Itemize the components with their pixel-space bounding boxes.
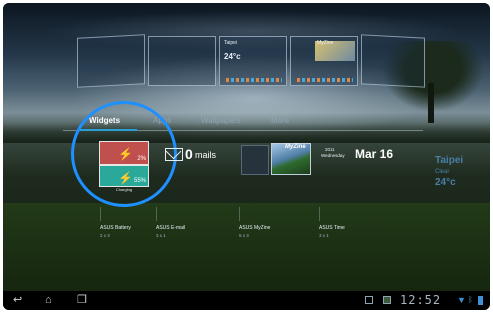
widget-size-myzine: 5 x 3 — [239, 233, 249, 238]
weather-condition: Clear — [435, 169, 450, 175]
email-count: 0 — [185, 146, 193, 162]
home-screen-thumbnail[interactable] — [77, 34, 145, 88]
gallery-icon[interactable] — [383, 296, 391, 304]
widget-labels: ASUS Battery 2 x 3 ASUS E-mail 3 x 1 ASU… — [3, 225, 490, 245]
email-unit: mails — [195, 150, 217, 160]
widget-divider — [100, 207, 101, 221]
home-screen-thumbnails: Taipei 24°c MyZine — [77, 34, 425, 88]
grass — [3, 203, 490, 291]
thumb-app-icons — [297, 78, 353, 82]
highlight-circle — [71, 101, 177, 207]
tablet-screen: Taipei 24°c MyZine Widgets Apps Wallpape… — [3, 3, 490, 310]
home-screen-thumbnail[interactable]: MyZine — [290, 36, 358, 86]
time-year: 2011 — [325, 147, 335, 152]
myzine-panel — [241, 145, 269, 175]
thumb-app-icons — [226, 78, 282, 82]
home-screen-thumbnail[interactable] — [361, 34, 425, 88]
widget-size-email: 3 x 1 — [156, 233, 166, 238]
recent-apps-icon[interactable]: ❐ — [77, 294, 87, 306]
home-weather-widget[interactable]: Taipei Clear 24°c — [435, 155, 490, 195]
bluetooth-icon[interactable]: ᛒ — [468, 295, 473, 304]
widget-size-time: 3 x 1 — [319, 233, 329, 238]
widget-name-time: ASUS Time — [319, 225, 345, 231]
time-date: Mar 16 — [355, 147, 394, 161]
widget-name-email: ASUS E-mail — [156, 225, 186, 231]
tab-more[interactable]: More — [271, 116, 289, 125]
status-clock[interactable]: 12:52 — [400, 293, 441, 307]
home-icon[interactable]: ⌂ — [45, 294, 52, 306]
thumb-weather-city: Taipei — [224, 40, 238, 46]
widget-divider — [319, 207, 320, 221]
widget-divider — [239, 207, 240, 221]
asus-email-widget[interactable]: 0 mails — [163, 146, 223, 166]
system-bar: ↩ ⌂ ❐ 12:52 ▼ ᛒ — [3, 291, 490, 310]
back-icon[interactable]: ↩ — [13, 294, 22, 306]
thumb-myzine-title: MyZine — [317, 40, 334, 46]
weather-city: Taipei — [435, 155, 464, 166]
battery-icon[interactable] — [478, 296, 483, 305]
widget-divider — [156, 207, 157, 221]
asus-myzine-widget[interactable]: MyZine — [241, 143, 311, 177]
widget-size-battery: 2 x 3 — [100, 233, 110, 238]
thumb-weather-temp: 24°c — [224, 52, 241, 61]
widget-name-myzine: ASUS MyZine — [239, 225, 271, 231]
home-screen-thumbnail[interactable]: Taipei 24°c — [219, 36, 287, 86]
tab-wallpapers[interactable]: Wallpapers — [201, 116, 241, 125]
asus-time-widget[interactable]: 2011 Wednesday Mar 16 — [321, 146, 401, 166]
myzine-title: MyZine — [285, 144, 306, 150]
wifi-icon[interactable]: ▼ — [457, 295, 466, 305]
envelope-icon — [165, 148, 183, 161]
time-weekday: Wednesday — [321, 153, 345, 158]
home-screen-thumbnail[interactable] — [148, 36, 216, 86]
weather-temp: 24°c — [435, 177, 456, 188]
widget-name-battery: ASUS Battery — [100, 225, 131, 231]
notification-icon[interactable] — [365, 296, 373, 304]
